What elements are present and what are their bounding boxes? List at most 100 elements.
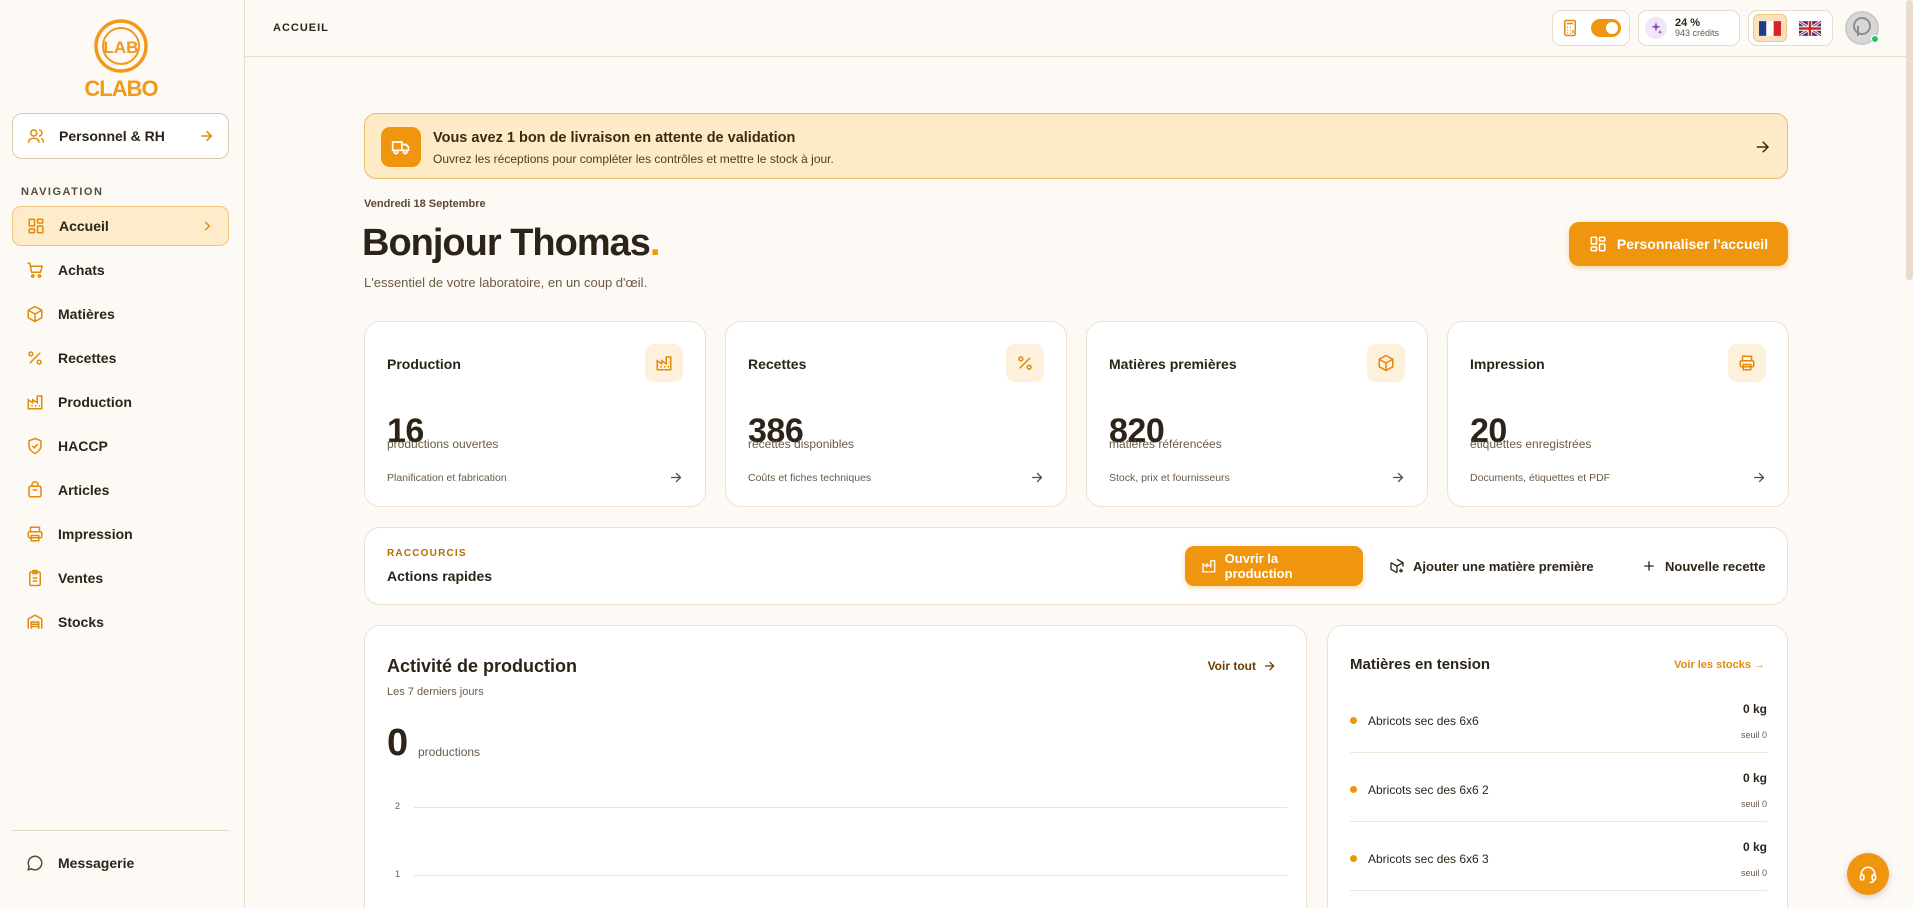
- grid-icon: [28, 218, 44, 234]
- clipboard-icon: [29, 569, 41, 587]
- feature-toggle[interactable]: [1591, 19, 1621, 37]
- factory-icon: [27, 395, 43, 410]
- sidebar-item-label: Impression: [58, 526, 133, 542]
- greeting-text: Bonjour Thomas: [362, 222, 651, 264]
- sidebar-item-messagerie[interactable]: Messagerie: [12, 843, 229, 887]
- language-fr-button[interactable]: [1753, 14, 1787, 42]
- page-tagline: L'essentiel de votre laboratoire, en un …: [364, 275, 648, 290]
- breadcrumb: ACCUEIL: [273, 22, 329, 34]
- nav-heading: NAVIGATION: [21, 186, 104, 198]
- language-en-button[interactable]: [1793, 14, 1827, 42]
- sidebar-item-label: Articles: [58, 482, 110, 498]
- credits-amount: 943 crédits: [1675, 28, 1720, 39]
- module-switch-button[interactable]: Personnel & RH: [12, 113, 229, 159]
- warehouse-icon: [27, 614, 43, 629]
- app-logo[interactable]: LAB CLABO: [83, 16, 159, 101]
- credits-widget[interactable]: 24 % 943 crédits: [1638, 10, 1740, 46]
- page-scrollbar[interactable]: [1906, 0, 1913, 280]
- box-icon: [27, 305, 43, 323]
- shield-check-icon: [28, 437, 42, 455]
- users-icon: [27, 129, 45, 143]
- new-recipe-button[interactable]: Nouvelle recette: [1625, 546, 1781, 586]
- stat-card-matieres[interactable]: Matières premières 820 matières référenc…: [1086, 321, 1428, 507]
- stat-title: Impression: [1470, 356, 1545, 372]
- calculator-toggle-group: [1552, 10, 1630, 46]
- factory-icon: [645, 344, 683, 382]
- arrow-right-icon: [1264, 661, 1275, 671]
- sidebar-item-production[interactable]: Production: [12, 382, 229, 422]
- arrow-right-icon: [1756, 141, 1770, 153]
- shortcuts-panel: RACCOURCIS Actions rapides Ouvrir la pro…: [364, 527, 1788, 605]
- sidebar-divider: [12, 830, 229, 831]
- status-dot: [1350, 786, 1357, 793]
- tension-title: Matières en tension: [1350, 656, 1491, 673]
- status-dot: [1350, 717, 1357, 724]
- printer-icon: [1728, 344, 1766, 382]
- banner-title: Vous avez 1 bon de livraison en attente …: [433, 130, 796, 146]
- credits-text: 24 % 943 crédits: [1675, 17, 1720, 39]
- customize-home-button[interactable]: Personnaliser l'accueil: [1569, 222, 1788, 266]
- messaging-link[interactable]: Messagerie: [12, 843, 229, 883]
- stat-footer: Documents, étiquettes et PDF: [1470, 472, 1611, 484]
- tension-row[interactable]: Abricots sec des 6x6 3 0 kg seuil 0: [1350, 822, 1767, 891]
- banner-subtitle: Ouvrez les réceptions pour compléter les…: [433, 152, 834, 166]
- percent-icon: [28, 351, 42, 365]
- add-raw-material-label: Ajouter une matière première: [1413, 558, 1594, 574]
- sidebar-item-articles[interactable]: Articles: [12, 470, 229, 510]
- sidebar-item-stocks[interactable]: Stocks: [12, 602, 229, 642]
- view-stocks-link[interactable]: Voir les stocks →: [1674, 659, 1765, 671]
- cart-icon: [27, 262, 44, 278]
- stat-unit: recettes disponibles: [748, 437, 855, 451]
- current-date: Vendredi 18 Septembre: [364, 198, 486, 210]
- activity-unit: productions: [418, 745, 481, 759]
- stat-card-recettes[interactable]: Recettes 386 recettes disponibles Coûts …: [725, 321, 1067, 507]
- tension-row[interactable]: Abricots sec des 6x6 0 kg seuil 0: [1350, 684, 1767, 753]
- material-qty: 0 kg: [1742, 702, 1767, 716]
- calculator-icon[interactable]: [1561, 19, 1579, 37]
- sidebar-item-label: Accueil: [59, 218, 109, 234]
- arrow-right-icon: [1754, 472, 1765, 483]
- stat-card-impression[interactable]: Impression 20 étiquettes enregistrées Do…: [1447, 321, 1789, 507]
- sparkles-icon: [1645, 17, 1667, 39]
- sidebar-item-impression[interactable]: Impression: [12, 514, 229, 554]
- box-icon: [1367, 344, 1405, 382]
- y-tick-label: 2: [395, 801, 401, 811]
- stat-unit: productions ouvertes: [387, 437, 499, 451]
- uk-flag-icon: [1799, 20, 1821, 36]
- stat-unit: matières référencées: [1109, 437, 1222, 451]
- sidebar-item-recettes[interactable]: Recettes: [12, 338, 229, 378]
- stat-footer: Stock, prix et fournisseurs: [1109, 472, 1230, 484]
- activity-title: Activité de production: [387, 656, 578, 676]
- sidebar-item-matieres[interactable]: Matières: [12, 294, 229, 334]
- new-recipe-label: Nouvelle recette: [1665, 558, 1766, 574]
- arrow-right-icon: [671, 472, 682, 483]
- messaging-label: Messagerie: [58, 855, 135, 871]
- language-switcher: [1748, 10, 1833, 46]
- view-all-link[interactable]: Voir tout: [1208, 659, 1276, 673]
- production-activity-card: Activité de production Les 7 derniers jo…: [364, 625, 1307, 908]
- open-production-button[interactable]: Ouvrir la production: [1185, 546, 1363, 586]
- sidebar-item-label: Stocks: [58, 614, 104, 630]
- tension-row[interactable]: Abricots sec des 6x6 2 0 kg seuil 0: [1350, 753, 1767, 822]
- sidebar-item-ventes[interactable]: Ventes: [12, 558, 229, 598]
- activity-total: 0: [387, 722, 409, 764]
- support-button[interactable]: [1847, 853, 1889, 895]
- sidebar-item-accueil[interactable]: Accueil: [12, 206, 229, 246]
- stat-title: Matières premières: [1109, 356, 1237, 372]
- chevron-right-icon: [204, 221, 211, 231]
- logo-wordmark: CLABO: [84, 76, 158, 101]
- online-status-indicator: [1871, 35, 1879, 43]
- sidebar-item-haccp[interactable]: HACCP: [12, 426, 229, 466]
- sidebar-item-achats[interactable]: Achats: [12, 250, 229, 290]
- stat-footer: Planification et fabrication: [387, 472, 507, 484]
- stat-card-production[interactable]: Production 16 productions ouvertes Plani…: [364, 321, 706, 507]
- add-raw-material-button[interactable]: Ajouter une matière première: [1373, 546, 1610, 586]
- stat-footer: Coûts et fiches techniques: [748, 472, 872, 484]
- materials-tension-card: Matières en tension Voir les stocks → Ab…: [1327, 625, 1788, 908]
- arrow-right-icon: [1393, 472, 1404, 483]
- sidebar-item-label: HACCP: [58, 438, 108, 454]
- material-threshold: seuil 0: [1740, 868, 1767, 878]
- pending-delivery-banner[interactable]: Vous avez 1 bon de livraison en attente …: [364, 113, 1788, 179]
- arrow-right-icon: [1032, 472, 1043, 483]
- material-qty: 0 kg: [1742, 771, 1767, 785]
